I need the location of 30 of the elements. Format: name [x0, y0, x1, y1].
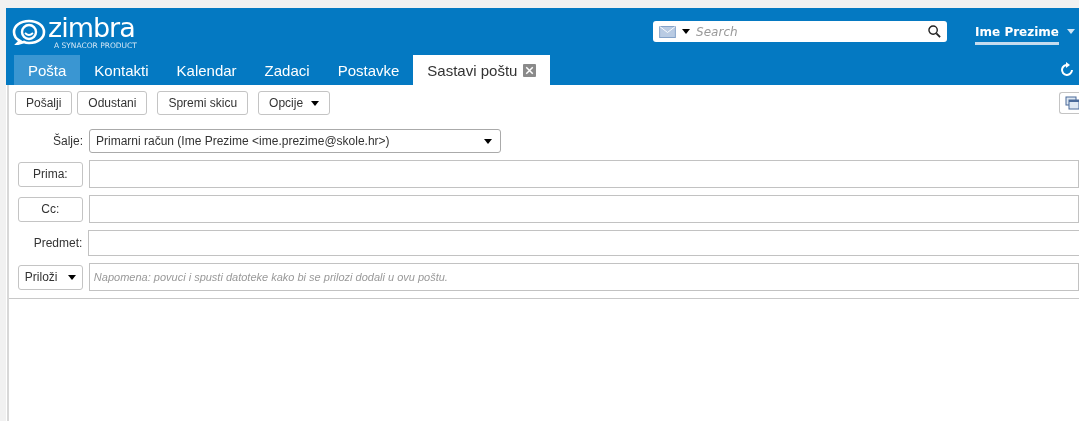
toolbar-button[interactable]: Odustani [77, 91, 148, 115]
input-field[interactable] [88, 195, 1079, 223]
tab[interactable]: Postavke [323, 55, 414, 85]
tab[interactable]: Zadaci [250, 55, 324, 85]
refresh-icon[interactable] [1059, 62, 1075, 78]
user-menu[interactable]: Ime Prezime [975, 24, 1059, 45]
field-label: Predmet: [33, 236, 83, 250]
attach-button[interactable]: Priloži [17, 264, 83, 290]
attachment-drop-field[interactable]: Napomena: povuci i spusti datoteke kako bi se prilozi dodali u ovu poštu. [88, 263, 1079, 291]
field-label: Šalje: [52, 134, 83, 148]
toolbar-button[interactable]: Spremi skicu [157, 91, 249, 115]
search-bar[interactable]: Search [653, 21, 948, 42]
search-icon[interactable] [928, 25, 942, 38]
tab[interactable]: Kalendar [162, 55, 251, 85]
caret-icon[interactable] [311, 100, 320, 106]
envelope-icon[interactable] [659, 25, 677, 38]
caret-icon[interactable] [67, 274, 76, 280]
caret-icon[interactable] [484, 138, 492, 144]
sender-dropdown[interactable]: Primarni račun (Ime Prezime <ime.prezime@skole.hr>) [89, 129, 501, 153]
menu-button[interactable]: Opcije [258, 91, 331, 115]
tab[interactable]: Kontakti [80, 55, 163, 85]
address-button[interactable]: Prima: [17, 161, 83, 187]
caret-icon[interactable] [682, 29, 691, 34]
address-button[interactable]: Cc: [17, 196, 83, 222]
close-icon[interactable] [523, 63, 537, 77]
tab[interactable]: Sastavi poštu [413, 55, 551, 85]
toolbar-button[interactable]: Pošalji [15, 91, 73, 115]
input-field[interactable] [88, 160, 1079, 188]
input-field[interactable] [88, 230, 1079, 256]
new-window-button[interactable] [1059, 92, 1079, 114]
